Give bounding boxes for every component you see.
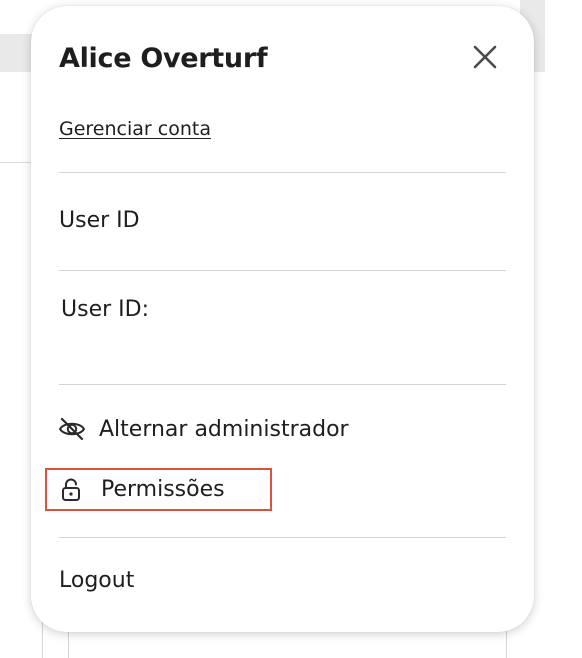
- permissions-menu-item[interactable]: Permissões: [45, 468, 272, 511]
- lock-icon: [59, 477, 83, 503]
- divider: [59, 172, 506, 173]
- permissions-label: Permissões: [101, 477, 225, 502]
- close-button[interactable]: [469, 41, 501, 73]
- toggle-admin-label: Alternar administrador: [99, 416, 349, 442]
- divider: [59, 270, 506, 271]
- user-id-field-label: User ID:: [61, 297, 149, 322]
- close-icon: [473, 45, 497, 69]
- user-id-label: User ID: [59, 208, 140, 233]
- eye-off-icon: [57, 414, 87, 444]
- logout-button[interactable]: Logout: [59, 568, 134, 593]
- manage-account-link[interactable]: Gerenciar conta: [59, 118, 211, 140]
- divider: [59, 384, 506, 385]
- account-menu-popup: Alice Overturf Gerenciar conta User ID U…: [31, 6, 534, 632]
- toggle-admin-menu-item[interactable]: Alternar administrador: [57, 408, 349, 450]
- divider: [59, 537, 506, 538]
- user-name: Alice Overturf: [59, 43, 268, 74]
